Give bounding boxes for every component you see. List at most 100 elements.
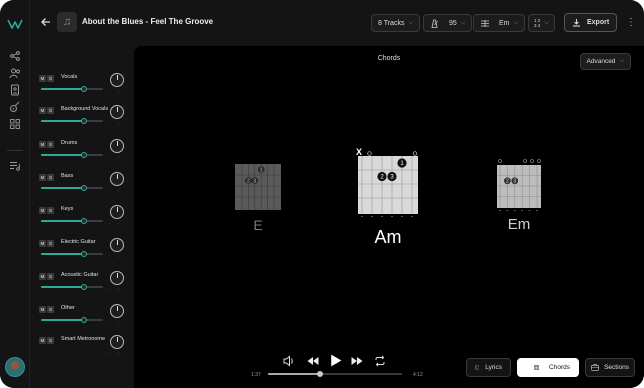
volume-slider-handle[interactable] bbox=[81, 317, 88, 323]
mixer-track: M S Acoustic Guitar •• bbox=[30, 271, 134, 301]
pan-knob[interactable] bbox=[110, 172, 124, 186]
chords-button[interactable]: Chords bbox=[517, 358, 579, 377]
mixer-track: M S Background Vocals •• bbox=[30, 105, 134, 135]
tracks-dropdown[interactable]: 8 Tracks ⌵ bbox=[371, 14, 421, 32]
volume-slider[interactable] bbox=[41, 86, 103, 92]
loop-icon[interactable] bbox=[373, 354, 387, 368]
volume-icon[interactable] bbox=[282, 354, 296, 368]
mute-button[interactable]: M bbox=[39, 337, 46, 344]
advanced-dropdown[interactable]: Advanced ⌵ bbox=[579, 53, 631, 70]
play-icon[interactable] bbox=[328, 353, 343, 368]
chevron-down-icon: ⌵ bbox=[460, 19, 466, 26]
mute-button[interactable]: M bbox=[39, 240, 46, 247]
top-header: ♫ About the Blues - Feel The Groove 8 Tr… bbox=[30, 0, 644, 46]
solo-button[interactable]: S bbox=[47, 107, 54, 114]
fast-forward-icon[interactable] bbox=[350, 354, 364, 368]
volume-slider-fill bbox=[41, 120, 85, 122]
chord-diagram-current: 1 2 3 bbox=[358, 151, 418, 217]
grid-icon[interactable] bbox=[9, 118, 21, 130]
mute-button[interactable]: M bbox=[39, 141, 46, 148]
pan-knob[interactable] bbox=[110, 139, 124, 153]
pan-knob[interactable] bbox=[110, 238, 124, 252]
volume-slider[interactable] bbox=[41, 152, 103, 158]
share-nodes-icon[interactable] bbox=[9, 50, 21, 62]
chord-next[interactable]: 2 3 Em bbox=[496, 158, 542, 238]
volume-slider-handle[interactable] bbox=[81, 86, 88, 92]
chevron-down-icon: ⌵ bbox=[513, 19, 519, 26]
mute-solo-group: MS bbox=[39, 207, 54, 214]
solo-button[interactable]: S bbox=[47, 75, 54, 82]
mute-button[interactable]: M bbox=[39, 75, 46, 82]
guitar-icon[interactable] bbox=[9, 101, 21, 113]
solo-button[interactable]: S bbox=[47, 174, 54, 181]
solo-button[interactable]: S bbox=[47, 306, 54, 313]
more-options-icon[interactable]: ⋮ bbox=[626, 17, 636, 28]
volume-slider[interactable] bbox=[41, 185, 103, 191]
solo-button[interactable]: S bbox=[47, 141, 54, 148]
mixer-track: M S Drums •• bbox=[30, 139, 134, 169]
playlist-icon[interactable] bbox=[9, 160, 21, 172]
volume-slider-fill bbox=[41, 88, 85, 90]
volume-slider-handle[interactable] bbox=[81, 251, 88, 257]
volume-slider-fill bbox=[41, 286, 85, 288]
track-name: Bass bbox=[61, 173, 74, 179]
chord-previous[interactable]: 1 2 3 E bbox=[235, 163, 281, 239]
song-thumbnail: ♫ bbox=[57, 12, 77, 32]
finger-label: 2 bbox=[247, 178, 250, 184]
pan-knob[interactable] bbox=[110, 335, 124, 349]
pan-knob[interactable] bbox=[110, 271, 124, 285]
pan-knob-ticks: •• bbox=[109, 254, 128, 258]
lyrics-button[interactable]: Lyrics bbox=[466, 358, 511, 377]
volume-slider-handle[interactable] bbox=[81, 118, 88, 124]
mute-button[interactable]: M bbox=[39, 306, 46, 313]
pan-knob[interactable] bbox=[110, 73, 124, 87]
mixer-track: M S Other •• bbox=[30, 304, 134, 334]
users-icon[interactable] bbox=[9, 67, 21, 79]
chord-name: Em bbox=[507, 216, 531, 233]
volume-slider[interactable] bbox=[41, 118, 103, 124]
finger-label: 2 bbox=[506, 179, 509, 185]
volume-slider[interactable] bbox=[41, 317, 103, 323]
back-arrow-icon[interactable] bbox=[40, 16, 52, 28]
volume-slider-handle[interactable] bbox=[81, 284, 88, 290]
volume-slider-handle[interactable] bbox=[81, 185, 88, 191]
avatar[interactable] bbox=[5, 357, 25, 377]
volume-slider[interactable] bbox=[41, 218, 103, 224]
mute-button[interactable]: M bbox=[39, 207, 46, 214]
export-button[interactable]: Export bbox=[564, 13, 618, 32]
chord-diagram-next: 2 3 bbox=[497, 159, 541, 211]
time-signature-dropdown[interactable]: 1 2 3 4 ⌵ bbox=[528, 14, 555, 32]
solo-button[interactable]: S bbox=[47, 273, 54, 280]
rewind-icon[interactable] bbox=[306, 354, 320, 368]
pan-knob[interactable] bbox=[110, 105, 124, 119]
chord-current[interactable]: X 1 2 3 Am bbox=[356, 144, 420, 248]
sections-label: Sections bbox=[604, 364, 629, 371]
finger-label: 1 bbox=[260, 167, 263, 173]
mute-button[interactable]: M bbox=[39, 273, 46, 280]
app-window: ♫ About the Blues - Feel The Groove 8 Tr… bbox=[0, 0, 644, 388]
volume-slider-handle[interactable] bbox=[81, 152, 88, 158]
solo-button[interactable]: S bbox=[47, 240, 54, 247]
solo-button[interactable]: S bbox=[47, 207, 54, 214]
mute-button[interactable]: M bbox=[39, 107, 46, 114]
finger-label: 3 bbox=[253, 178, 256, 184]
volume-slider[interactable] bbox=[41, 284, 103, 290]
progress-bar[interactable] bbox=[268, 371, 402, 377]
sections-button[interactable]: Sections bbox=[585, 358, 635, 377]
key-value: Em bbox=[499, 19, 510, 27]
solo-button[interactable]: S bbox=[47, 337, 54, 344]
mixer-track: M S Smart Metronome •• bbox=[30, 335, 134, 365]
pan-knob[interactable] bbox=[110, 205, 124, 219]
key-dropdown[interactable]: Em ⌵ bbox=[473, 14, 526, 32]
volume-slider-handle[interactable] bbox=[81, 218, 88, 224]
app-logo-icon[interactable] bbox=[7, 18, 23, 30]
music-note-icon: ♫ bbox=[62, 16, 72, 28]
progress-handle[interactable] bbox=[317, 371, 324, 377]
tempo-dropdown[interactable]: 95 ⌵ bbox=[423, 14, 473, 32]
sections-icon bbox=[591, 364, 599, 371]
volume-slider[interactable] bbox=[41, 251, 103, 257]
mute-button[interactable]: M bbox=[39, 174, 46, 181]
pan-knob[interactable] bbox=[110, 304, 124, 318]
document-icon[interactable] bbox=[9, 84, 21, 96]
track-name: Vocals bbox=[61, 74, 78, 80]
